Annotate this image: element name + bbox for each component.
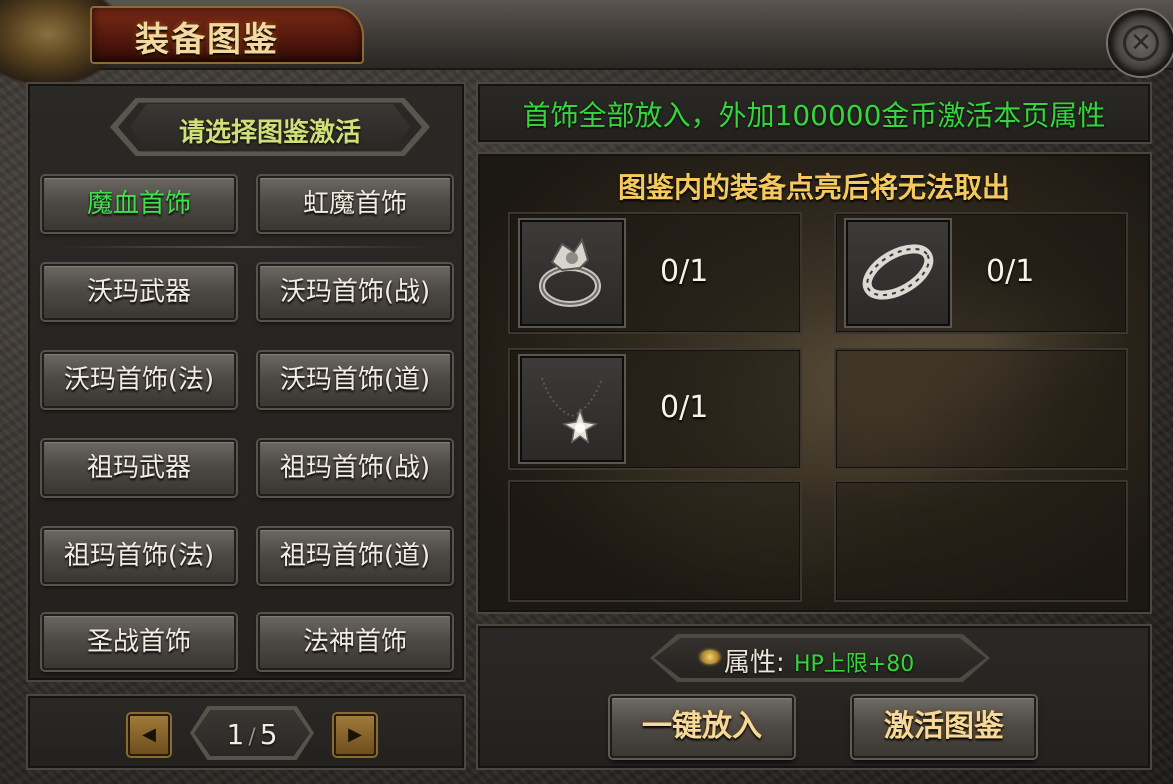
page-number: 1/5	[194, 718, 310, 751]
equipment-slot[interactable]: 0/1	[834, 212, 1128, 334]
equipment-slot[interactable]: 0/1	[508, 348, 802, 470]
category-button-zuma-mage[interactable]: 祖玛首饰(法)	[42, 528, 236, 584]
category-button-woma-warrior[interactable]: 沃玛首饰(战)	[258, 264, 452, 320]
item-frame	[520, 220, 624, 326]
empty-slot	[834, 480, 1128, 602]
item-frame	[520, 356, 624, 462]
empty-slot	[508, 480, 802, 602]
category-button-zuma-warrior[interactable]: 祖玛首饰(战)	[258, 440, 452, 496]
triangle-right-icon: ▶	[348, 724, 362, 745]
item-count: 0/1	[986, 254, 1035, 289]
activation-requirement-text: 首饰全部放入，外加100000金币激活本页属性	[522, 99, 1106, 132]
gallery-warning-text: 图鉴内的装备点亮后将无法取出	[617, 171, 1010, 204]
category-header: 请选择图鉴激活	[110, 98, 430, 156]
total-pages: 5	[259, 718, 278, 751]
category-button-woma-weapon[interactable]: 沃玛武器	[42, 264, 236, 320]
pagination: ◀ 1/5 ▶	[26, 694, 466, 770]
page-separator: /	[248, 725, 256, 750]
item-count: 0/1	[660, 254, 709, 289]
divider	[58, 246, 434, 248]
category-button-woma-mage[interactable]: 沃玛首饰(法)	[42, 352, 236, 408]
necklace-icon	[541, 377, 603, 444]
category-button-fashen[interactable]: 法神首饰	[258, 614, 452, 670]
window-title: 装备图鉴	[135, 20, 279, 60]
attribute-value: HP上限+80	[794, 652, 915, 677]
ring-icon	[539, 237, 601, 307]
equipment-slot[interactable]: 0/1	[508, 212, 802, 334]
eye-icon	[700, 650, 720, 664]
category-button-shengzhan[interactable]: 圣战首饰	[42, 614, 236, 670]
equipment-codex-window: 装备图鉴 ✕ 请选择图鉴激活 魔血首饰 虹魔首饰 沃玛武器 沃玛首饰(战) 沃玛…	[0, 0, 1173, 784]
put-all-button[interactable]: 一键放入	[610, 696, 794, 758]
close-icon: ✕	[1123, 25, 1159, 61]
attribute-label: 属性:	[724, 648, 785, 678]
triangle-left-icon: ◀	[142, 724, 156, 745]
empty-slot	[834, 348, 1128, 470]
item-frame	[846, 220, 950, 326]
item-count: 0/1	[660, 390, 709, 425]
category-button-zuma-weapon[interactable]: 祖玛武器	[42, 440, 236, 496]
current-page: 1	[226, 718, 245, 751]
bracelet-icon	[862, 244, 934, 300]
category-header-text: 请选择图鉴激活	[178, 118, 361, 148]
close-button[interactable]: ✕	[1108, 10, 1173, 76]
activation-controls: 属性: HP上限+80 一键放入 激活图鉴	[476, 624, 1152, 770]
category-button-moxue[interactable]: 魔血首饰	[42, 176, 236, 232]
activate-codex-button[interactable]: 激活图鉴	[852, 696, 1036, 758]
activation-banner: 首饰全部放入，外加100000金币激活本页属性	[476, 82, 1152, 144]
prev-page-button[interactable]: ◀	[128, 714, 170, 756]
category-button-hongmo[interactable]: 虹魔首饰	[258, 176, 452, 232]
next-page-button[interactable]: ▶	[334, 714, 376, 756]
codex-gallery: 图鉴内的装备点亮后将无法取出 0/1 0/1 0/1	[476, 152, 1152, 614]
category-button-zuma-taoist[interactable]: 祖玛首饰(道)	[258, 528, 452, 584]
category-button-woma-taoist[interactable]: 沃玛首饰(道)	[258, 352, 452, 408]
category-panel: 请选择图鉴激活 魔血首饰 虹魔首饰 沃玛武器 沃玛首饰(战) 沃玛首饰(法) 沃…	[26, 82, 466, 682]
